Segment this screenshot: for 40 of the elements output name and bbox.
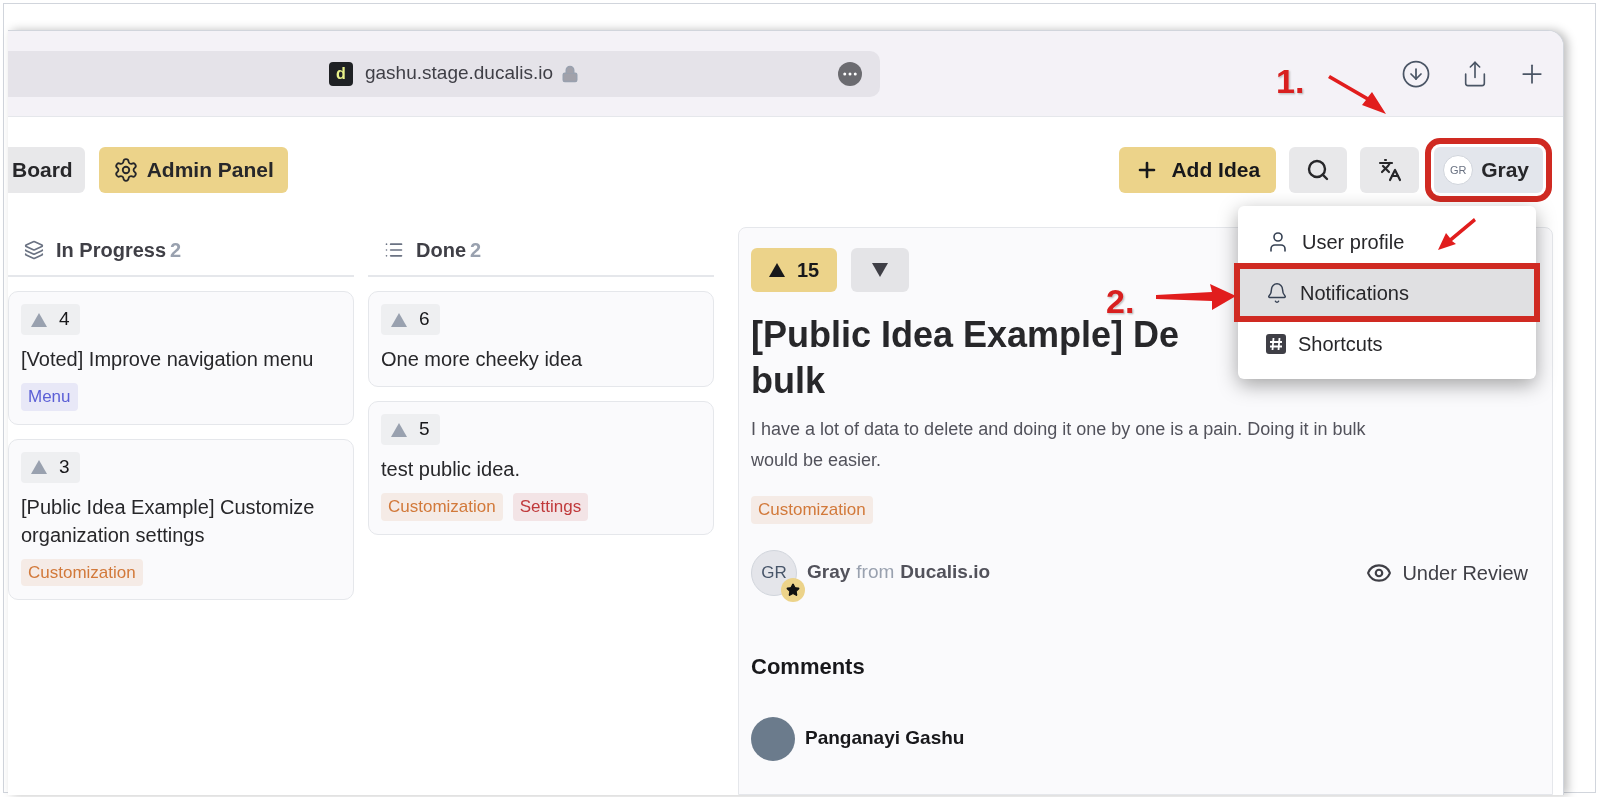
- vote-count[interactable]: 3: [21, 451, 80, 483]
- address-bar[interactable]: d gashu.stage.ducalis.io: [8, 50, 880, 97]
- nav-button[interactable]: Admin Panel: [98, 147, 288, 193]
- author-from: from: [856, 560, 895, 585]
- comment-author: Panganayi Gashu: [805, 726, 965, 751]
- tag: Settings: [512, 493, 589, 521]
- card-title: [Public Idea Example] Customize organization settings: [21, 494, 316, 548]
- user-avatar: GR: [1443, 155, 1474, 185]
- site-icon: d: [329, 61, 353, 86]
- url-text: gashu.stage.ducalis.io: [365, 61, 553, 86]
- idea-card[interactable]: 6 One more cheeky idea: [368, 291, 714, 387]
- tag: Customization: [751, 496, 873, 524]
- nav-button[interactable]: Board: [8, 147, 85, 193]
- vote-count[interactable]: 4: [21, 304, 80, 335]
- idea-description: I have a lot of data to delete and doing it one by one is a pain. Doing it in bulk would be easier.: [751, 418, 1367, 472]
- idea-card[interactable]: 4 [Voted] Improve navigation menu Menu: [8, 291, 354, 425]
- menu-item[interactable]: Shortcuts: [1238, 318, 1536, 369]
- step-label: 1.: [1276, 61, 1305, 102]
- column-title: Done: [416, 238, 466, 263]
- card-title: [Voted] Improve navigation menu: [21, 347, 315, 372]
- tag: Customization: [381, 493, 503, 521]
- add-idea-button[interactable]: Add Idea: [1119, 147, 1277, 193]
- idea-card[interactable]: 3 [Public Idea Example] Customize organization settings Customization: [8, 438, 354, 600]
- tag: Menu: [21, 383, 78, 411]
- menu-item[interactable]: User profile: [1238, 216, 1536, 267]
- idea-card[interactable]: 5 test public idea. Customization Settings: [368, 401, 714, 535]
- vote-count[interactable]: 5: [381, 414, 440, 445]
- author-org: Ducalis.io: [900, 560, 991, 585]
- idea-status: Under Review: [1402, 560, 1528, 586]
- comments-heading: Comments: [751, 652, 866, 681]
- upvote-button[interactable]: 15: [751, 248, 838, 292]
- column-count: 2: [470, 238, 482, 263]
- column-title: In Progress: [56, 238, 167, 263]
- author-avatar: GR: [751, 549, 797, 596]
- tag: Customization: [21, 558, 143, 586]
- card-title: test public idea.: [381, 457, 521, 482]
- card-title: One more cheeky idea: [381, 347, 584, 372]
- author-name: Gray: [807, 560, 851, 585]
- vote-count[interactable]: 6: [381, 304, 440, 335]
- column-count: 2: [170, 238, 182, 263]
